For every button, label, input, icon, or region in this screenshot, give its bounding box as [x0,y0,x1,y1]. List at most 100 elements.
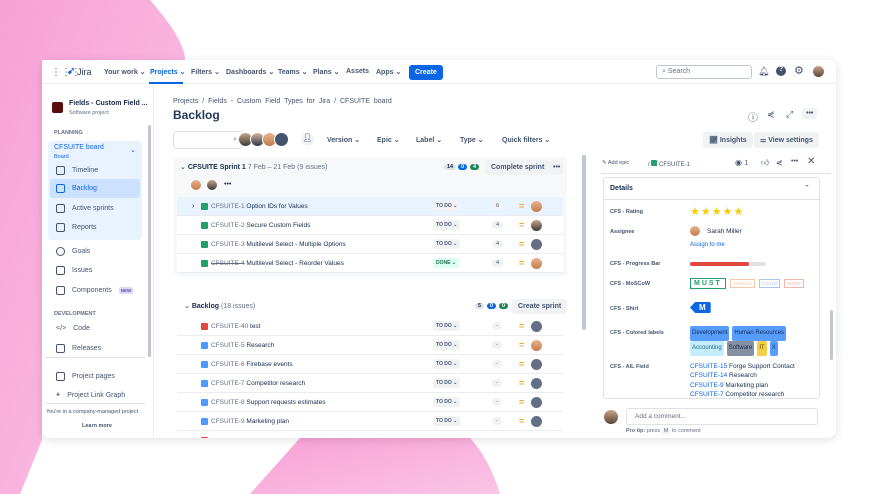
sidebar-scrollbar[interactable] [148,125,151,357]
issue-key-link[interactable]: / CFSUITE-1 [648,160,690,168]
sprint-more-icon[interactable]: ••• [550,160,564,175]
issue-key[interactable]: CFSUITE-3 [211,241,245,248]
sidebar-item-components[interactable]: Components NEW [56,286,134,295]
breadcrumb-projects[interactable]: Projects [173,98,198,105]
filter-quick[interactable]: Quick filters ⌄ [502,136,550,144]
story-points[interactable]: 4 [492,221,504,229]
table-row[interactable]: CFSUITE-5 Research TO DO ⌄ - = [177,336,563,355]
add-epic-button[interactable]: ✎ Add epic [602,160,629,166]
collapse-icon[interactable]: ⌃ [804,184,810,192]
label-tag[interactable]: Software [726,341,755,356]
details-heading[interactable]: Details [610,185,633,192]
assignee-avatar[interactable] [531,377,542,389]
status-dropdown[interactable]: DONE ⌄ [433,258,460,268]
issue-key[interactable]: CFSUITE-40 [211,323,248,330]
table-row[interactable]: CFSUITE-3 Multilevel Select - Multiple O… [177,235,563,254]
status-dropdown[interactable]: TO DO ⌄ [433,321,461,331]
story-points[interactable]: 4 [492,240,504,248]
story-points[interactable]: - [492,379,502,387]
story-points[interactable]: - [492,398,502,406]
chevron-down-icon[interactable]: ⌄ [130,146,136,154]
story-points[interactable]: 6 [492,202,504,210]
create-button[interactable]: Create [409,65,443,80]
assignee-name[interactable]: Sarah Miller [707,228,742,235]
issue-summary[interactable]: Multilevel Select - Multiple Options [246,241,345,248]
nav-filters[interactable]: Filters ⌄ [191,68,220,76]
assignee-avatar[interactable] [531,238,542,250]
moscow-should[interactable]: SHOULD [729,279,755,288]
backlog-header[interactable]: ⌄ Backlog (18 issues) [184,302,255,310]
label-tag[interactable]: Human Resources [732,326,787,341]
close-icon[interactable]: ✕ [807,156,815,167]
moscow-could[interactable]: COULD [758,279,781,288]
more-icon[interactable]: ••• [791,158,798,165]
sidebar-item-reports[interactable]: Reports [56,223,97,232]
like-icon[interactable]: 👍︎ [761,158,769,168]
user-avatar[interactable] [813,66,824,77]
sidebar-item-code[interactable]: </> Code [56,325,90,332]
table-row[interactable]: CFSUITE-4 Multilevel Select - Reorder Va… [177,254,563,273]
learn-more-link[interactable]: Learn more [82,423,112,429]
create-sprint-button[interactable]: Create sprint [512,299,568,314]
story-points[interactable]: - [492,341,502,349]
status-dropdown[interactable]: TO DO ⌄ [433,239,461,249]
moscow-selector[interactable]: MUST SHOULD COULD WONT [690,278,805,289]
table-row[interactable]: CFSUITE-8 Support requests estimates TO D… [177,393,563,412]
filter-type[interactable]: Type ⌄ [460,136,484,144]
sidebar-item-issues[interactable]: Issues [56,266,92,275]
table-row[interactable]: CFSUITE-2 Secure Custom Fields TO DO ⌄ 4 = [177,216,563,235]
help-icon[interactable]: ? [776,66,786,76]
table-row[interactable]: CFSUITE-7 Competitor research TO DO ⌄ - = [177,374,563,393]
issue-key[interactable]: CFSUITE-4 [211,260,245,267]
nav-your-work[interactable]: Your work ⌄ [104,68,146,76]
nav-plans[interactable]: Plans ⌄ [313,68,340,76]
issue-key[interactable]: CFSUITE-8 [211,399,245,406]
project-name[interactable]: Fields - Custom Field ... [69,100,148,107]
sidebar-item-project-pages[interactable]: Project pages [56,372,115,381]
issue-key[interactable]: CFSUITE-1 [211,203,245,210]
sidebar-item-active-sprints[interactable]: Active sprints [56,204,114,213]
view-settings-button[interactable]: ⚌ View settings [754,132,819,148]
issue-summary[interactable]: Option IDs for Values [246,203,307,210]
jira-logo-icon[interactable]: ➹ [67,66,75,77]
sidebar-item-releases[interactable]: Releases [56,344,101,353]
shirt-size-tag[interactable]: M [690,302,711,313]
share-icon[interactable]: ⋞ [776,158,783,167]
sprint-header[interactable]: ⌄ CFSUITE Sprint 1 7 Feb – 21 Feb (9 iss… [180,163,328,171]
linked-issue[interactable]: CFSUITE-9 Marketing plan [690,381,795,390]
issue-key[interactable]: CFSUITE-5 [211,342,245,349]
sidebar-item-backlog[interactable]: Backlog [50,179,140,198]
assignee-avatar[interactable] [531,320,542,332]
linked-issue[interactable]: CFSUITE-15 Forge Support Contact [690,362,795,371]
watch-button[interactable]: ◉ 1 [735,158,748,167]
nav-teams[interactable]: Teams ⌄ [278,68,307,76]
settings-icon[interactable]: ⚙ [794,64,804,77]
status-dropdown[interactable]: TO DO ⌄ [433,220,461,230]
main-scrollbar[interactable] [582,155,586,330]
sidebar-item-timeline[interactable]: Timeline [56,166,98,175]
moscow-must[interactable]: MUST [690,278,726,289]
nav-projects[interactable]: Projects ⌄ [150,68,185,76]
more-icon[interactable]: ••• [802,108,818,119]
status-dropdown[interactable]: TO DO ⌄ [433,416,461,426]
comment-input[interactable]: Add a comment... [626,408,818,425]
search-input[interactable]: ⌕ Search [656,65,752,79]
sidebar-item-goals[interactable]: Goals [56,247,90,256]
issue-summary[interactable]: Multilevel Select - Reorder Values [246,260,343,267]
board-selector[interactable]: CFSUITE board [54,144,104,151]
label-tag[interactable]: IT [757,341,767,356]
status-dropdown[interactable]: TO DO ⌄ [433,359,461,369]
more-avatars-icon[interactable]: ••• [224,181,231,188]
issue-summary[interactable]: Support requests estimates [246,399,325,406]
notifications-icon[interactable]: 🔔︎ [758,66,769,77]
sidebar-item-link-graph[interactable]: ⚹ Project Link Graph [56,391,125,399]
assign-to-me-link[interactable]: Assign to me [690,242,725,248]
avatar[interactable] [274,132,289,147]
status-dropdown[interactable]: TO DO ⌄ [433,378,461,388]
label-tag[interactable]: Development [690,326,730,341]
table-row[interactable]: CFSUITE-40 test TO DO ⌄ - = [177,317,563,336]
complete-sprint-button[interactable]: Complete sprint [485,160,551,175]
assignee-avatar[interactable] [531,219,542,231]
moscow-wont[interactable]: WONT [784,279,805,288]
issue-summary[interactable]: Research [246,342,274,349]
